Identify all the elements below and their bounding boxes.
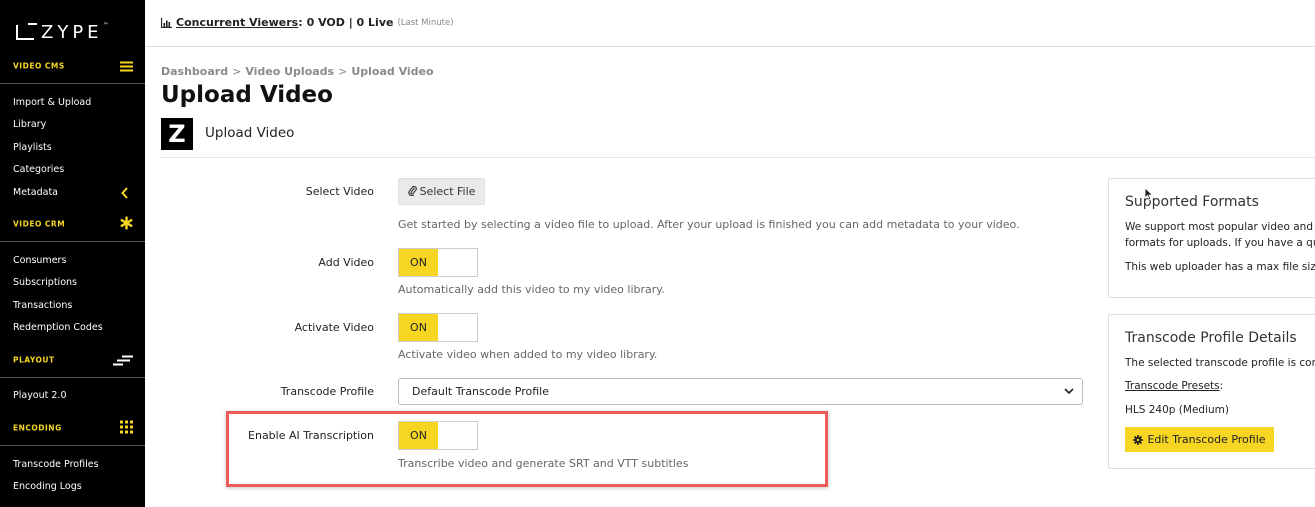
chevron-down-icon xyxy=(1064,386,1074,399)
page-title: Upload Video xyxy=(161,82,333,108)
sidebar-item-consumers[interactable]: Consumers xyxy=(13,255,66,266)
transcode-profile-value: Default Transcode Profile xyxy=(412,385,549,398)
divider xyxy=(161,157,1315,158)
sidebar-item-categories[interactable]: Categories xyxy=(13,164,64,175)
app-logo: Z xyxy=(161,118,193,150)
toggle-on-label: ON xyxy=(399,314,438,341)
paperclip-icon xyxy=(407,185,417,199)
playout-lines-icon xyxy=(113,351,133,370)
sidebar-item-playlists[interactable]: Playlists xyxy=(13,142,52,153)
zype-logo[interactable]: ZYPE™ xyxy=(16,21,109,43)
concurrent-viewers: Concurrent Viewers: 0 VOD | 0 Live (Last… xyxy=(161,16,454,29)
colon: : xyxy=(298,16,303,29)
add-video-help: Automatically add this video to my video… xyxy=(398,283,665,296)
supported-formats-text-1: We support most popular video and xyxy=(1125,221,1313,233)
breadcrumb-dashboard[interactable]: Dashboard xyxy=(161,65,228,78)
add-video-toggle[interactable]: ON xyxy=(398,248,478,277)
sidebar-item-encoding-logs[interactable]: Encoding Logs xyxy=(13,481,82,492)
preset-value: HLS 240p (Medium) xyxy=(1125,404,1229,416)
edit-transcode-profile-button[interactable]: Edit Transcode Profile xyxy=(1125,427,1274,452)
mouse-cursor-icon xyxy=(1144,186,1154,205)
transcode-presets: Transcode Presets: xyxy=(1125,380,1224,392)
section-label: VIDEO CRM xyxy=(13,219,66,229)
grid-icon xyxy=(120,419,133,438)
sidebar-item-library[interactable]: Library xyxy=(13,119,46,130)
supported-formats-text-2: formats for uploads. If you have a qu xyxy=(1125,237,1315,249)
chevron-left-icon[interactable] xyxy=(121,184,129,203)
section-playout[interactable]: PLAYOUT xyxy=(0,343,145,378)
section-video-crm[interactable]: VIDEO CRM xyxy=(0,207,145,242)
sidebar-item-playout[interactable]: Playout 2.0 xyxy=(13,390,67,401)
sidebar-item-metadata[interactable]: Metadata xyxy=(13,187,58,198)
brand-name: ZYPE™ xyxy=(41,21,109,43)
edit-transcode-profile-label: Edit Transcode Profile xyxy=(1147,433,1266,446)
top-bar: Concurrent Viewers: 0 VOD | 0 Live (Last… xyxy=(145,0,1315,47)
transcode-details-title: Transcode Profile Details xyxy=(1125,330,1297,346)
activate-video-help: Activate video when added to my video li… xyxy=(398,348,658,361)
select-video-help: Get started by selecting a video file to… xyxy=(398,218,1020,231)
supported-formats-text-3: This web uploader has a max file size xyxy=(1125,261,1315,273)
sidebar-item-redemption-codes[interactable]: Redemption Codes xyxy=(13,322,103,333)
activate-video-toggle[interactable]: ON xyxy=(398,313,478,342)
select-file-button[interactable]: Select File xyxy=(398,178,485,205)
transcode-presets-link[interactable]: Transcode Presets xyxy=(1125,380,1220,392)
add-video-label: Add Video xyxy=(318,256,374,269)
sidebar: ZYPE™ VIDEO CMS Import & Upload Library … xyxy=(0,0,145,507)
highlight-box xyxy=(226,411,828,487)
section-label: ENCODING xyxy=(13,423,62,433)
chart-icon xyxy=(161,17,172,28)
concurrent-viewers-value: 0 VOD | 0 Live xyxy=(306,16,394,29)
breadcrumb-video-uploads[interactable]: Video Uploads xyxy=(245,65,334,78)
transcode-profile-label: Transcode Profile xyxy=(280,385,374,398)
toggle-on-label: ON xyxy=(399,249,438,276)
zype-logo-mark xyxy=(16,22,37,40)
select-video-label: Select Video xyxy=(305,185,374,198)
sidebar-item-transactions[interactable]: Transactions xyxy=(13,300,72,311)
transcode-profile-select[interactable]: Default Transcode Profile xyxy=(398,378,1083,405)
breadcrumb-upload-video: Upload Video xyxy=(351,65,434,78)
concurrent-viewers-link[interactable]: Concurrent Viewers xyxy=(176,16,298,29)
sidebar-item-import-upload[interactable]: Import & Upload xyxy=(13,97,91,108)
menu-icon[interactable] xyxy=(120,57,133,76)
section-label: PLAYOUT xyxy=(13,355,55,365)
supported-formats-panel: Supported Formats We support most popula… xyxy=(1108,178,1315,298)
activate-video-label: Activate Video xyxy=(294,321,374,334)
select-file-label: Select File xyxy=(419,185,476,198)
gear-icon xyxy=(1133,434,1144,445)
concurrent-viewers-note: (Last Minute) xyxy=(397,17,454,28)
sub-title: Upload Video xyxy=(205,125,295,141)
asterisk-icon xyxy=(120,215,133,234)
section-label: VIDEO CMS xyxy=(13,61,65,71)
transcode-details-text: The selected transcode profile is con xyxy=(1125,357,1315,369)
sidebar-item-transcode-profiles[interactable]: Transcode Profiles xyxy=(13,459,99,470)
section-encoding[interactable]: ENCODING xyxy=(0,411,145,446)
sidebar-item-subscriptions[interactable]: Subscriptions xyxy=(13,277,77,288)
breadcrumb: Dashboard > Video Uploads > Upload Video xyxy=(161,65,434,78)
section-video-cms[interactable]: VIDEO CMS xyxy=(0,49,145,84)
